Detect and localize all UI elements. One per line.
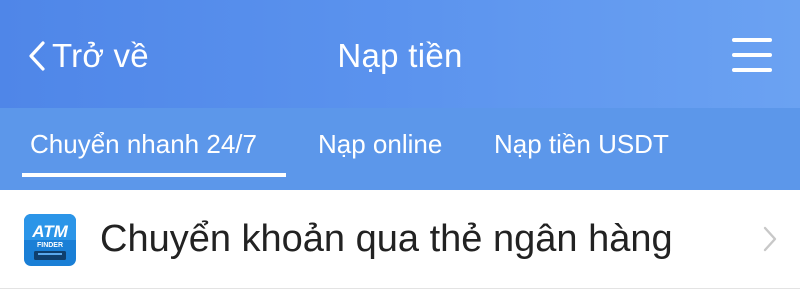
deposit-screen: Trở về Nạp tiền Chuyển nhanh 24/7 Nạp on… [0, 0, 800, 294]
chevron-right-icon [762, 225, 778, 258]
tab-online-deposit[interactable]: Nạp online [318, 108, 442, 190]
atm-finder-icon: ATM FINDER [24, 214, 76, 266]
menu-button[interactable] [726, 36, 772, 76]
tab-usdt-deposit[interactable]: Nạp tiền USDT [494, 108, 669, 190]
tab-bar: Chuyển nhanh 24/7 Nạp online Nạp tiền US… [0, 108, 800, 190]
tab-fast-transfer[interactable]: Chuyển nhanh 24/7 [30, 108, 257, 190]
row-divider [0, 288, 800, 289]
top-header: Trở về Nạp tiền [0, 0, 800, 108]
active-tab-indicator [22, 173, 286, 177]
list-item-bank-transfer[interactable]: ATM FINDER Chuyển khoản qua thẻ ngân hàn… [0, 190, 800, 288]
svg-text:ATM: ATM [31, 222, 68, 241]
svg-text:FINDER: FINDER [37, 242, 63, 249]
list-item-label: Chuyển khoản qua thẻ ngân hàng [100, 218, 673, 260]
page-title: Nạp tiền [337, 37, 463, 74]
